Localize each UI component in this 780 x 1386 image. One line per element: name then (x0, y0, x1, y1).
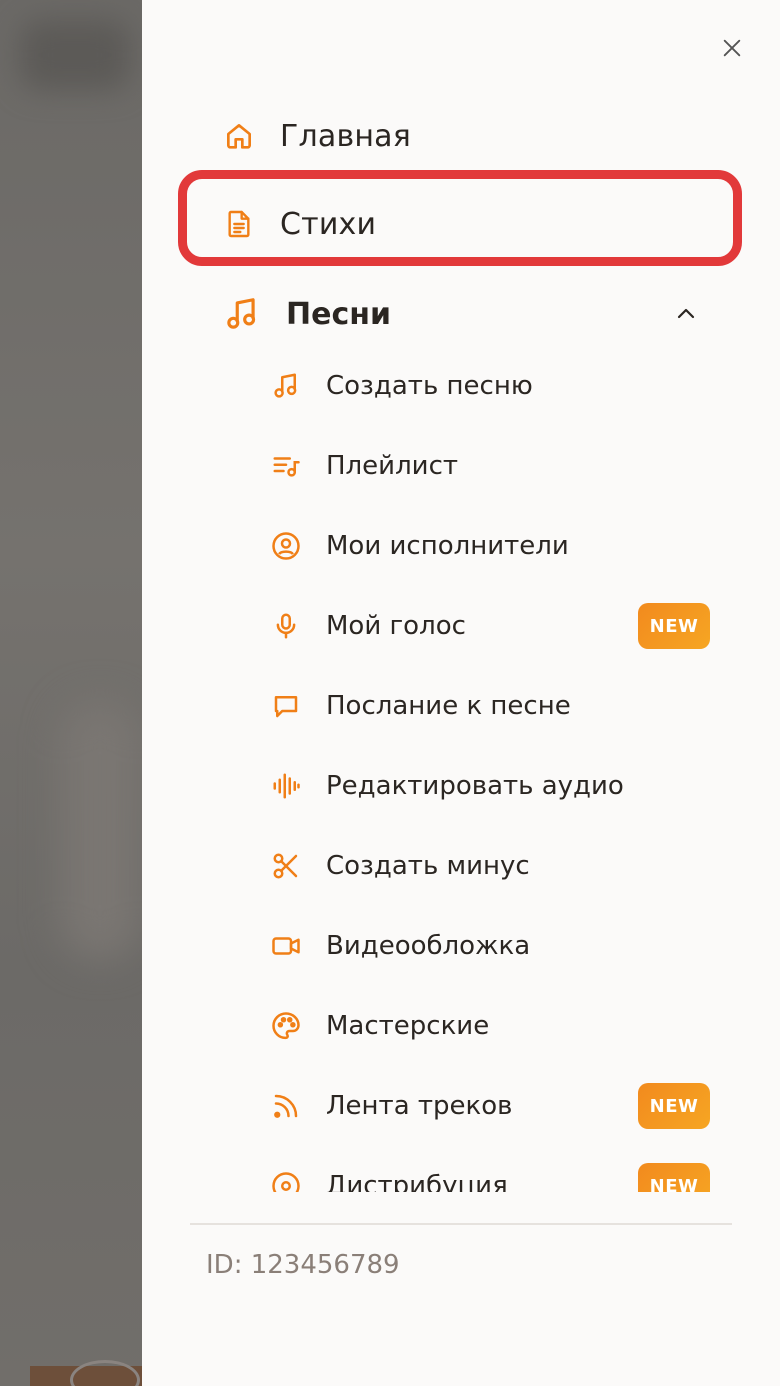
page-backdrop[interactable] (0, 0, 142, 1386)
songs-submenu[interactable]: Создать песню Плейлист Мои исполнители М… (142, 346, 780, 1192)
backdrop-shape (60, 700, 140, 960)
submenu-item-label: Мастерские (326, 1011, 490, 1041)
navigation-drawer: Главная Стихи Песни Создать песню Плейли… (142, 0, 780, 1386)
playlist-icon (270, 450, 302, 482)
user-id: ID: 123456789 (206, 1250, 400, 1280)
home-icon (222, 119, 256, 153)
new-badge: NEW (638, 1163, 710, 1192)
footer-divider (190, 1223, 732, 1225)
close-icon (723, 39, 741, 57)
submenu-item-label: Послание к песне (326, 691, 571, 721)
music-note-icon (222, 294, 262, 334)
chevron-up-icon (670, 298, 702, 330)
submenu-item-label: Мои исполнители (326, 531, 569, 561)
submenu-item-my-artists[interactable]: Мои исполнители (270, 516, 710, 576)
menu-item-label: Стихи (280, 206, 377, 242)
user-circle-icon (270, 530, 302, 562)
section-title: Песни (286, 296, 391, 332)
backdrop-shape (20, 20, 130, 90)
new-badge: NEW (638, 1083, 710, 1129)
video-icon (270, 930, 302, 962)
menu-item-poems[interactable]: Стихи (222, 200, 376, 248)
menu-item-home[interactable]: Главная (222, 112, 411, 160)
submenu-item-track-feed[interactable]: Лента треков NEW (270, 1076, 710, 1136)
submenu-item-label: Мой голос (326, 611, 466, 641)
submenu-item-song-message[interactable]: Послание к песне (270, 676, 710, 736)
close-button[interactable] (716, 32, 748, 64)
new-badge: NEW (638, 603, 710, 649)
submenu-item-playlist[interactable]: Плейлист (270, 436, 710, 496)
submenu-item-workshops[interactable]: Мастерские (270, 996, 710, 1056)
section-songs-toggle[interactable]: Песни (222, 290, 702, 338)
palette-icon (270, 1010, 302, 1042)
submenu-item-create-song[interactable]: Создать песню (270, 356, 710, 416)
submenu-item-label: Лента треков (326, 1091, 513, 1121)
submenu-item-label: Видеообложка (326, 931, 531, 961)
waveform-icon (270, 770, 302, 802)
document-icon (222, 207, 256, 241)
disc-icon (270, 1170, 302, 1192)
submenu-item-my-voice[interactable]: Мой голос NEW (270, 596, 710, 656)
submenu-item-edit-audio[interactable]: Редактировать аудио (270, 756, 710, 816)
submenu-item-create-minus[interactable]: Создать минус (270, 836, 710, 896)
submenu-item-video-cover[interactable]: Видеообложка (270, 916, 710, 976)
submenu-item-distribution[interactable]: Дистрибуция NEW (270, 1156, 710, 1192)
backdrop-shape (70, 1360, 140, 1386)
submenu-item-label: Создать минус (326, 851, 530, 881)
menu-item-label: Главная (280, 118, 411, 154)
music-note-icon (270, 370, 302, 402)
submenu-item-label: Создать песню (326, 371, 533, 401)
submenu-item-label: Редактировать аудио (326, 771, 624, 801)
scissors-icon (270, 850, 302, 882)
microphone-icon (270, 610, 302, 642)
submenu-item-label: Плейлист (326, 451, 459, 481)
rss-icon (270, 1090, 302, 1122)
message-icon (270, 690, 302, 722)
submenu-item-label: Дистрибуция (326, 1171, 508, 1192)
